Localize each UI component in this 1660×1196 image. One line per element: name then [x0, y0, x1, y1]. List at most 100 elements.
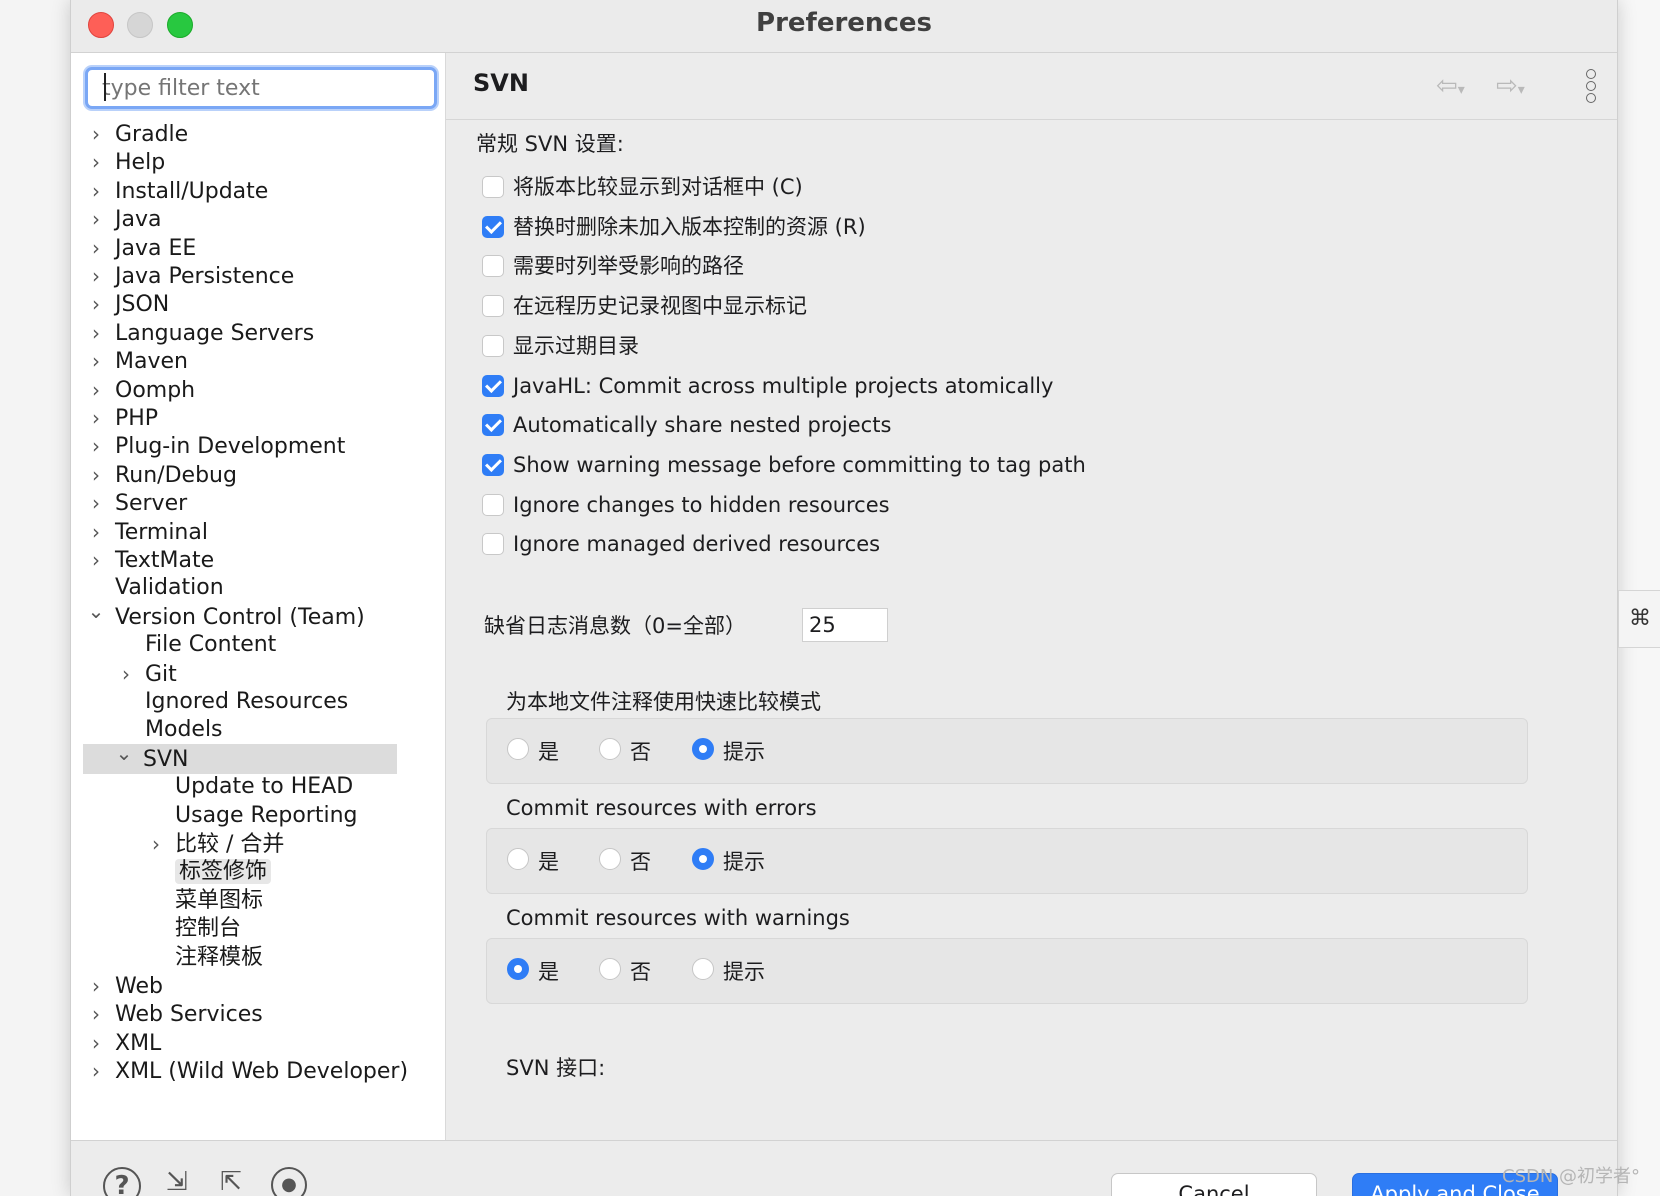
chevron-right-icon[interactable]: › — [85, 971, 107, 1001]
chevron-right-icon[interactable]: › — [85, 289, 107, 319]
tree-item[interactable]: › 比较 / 合并 — [145, 829, 284, 859]
chevron-right-icon[interactable]: › — [85, 176, 107, 206]
tree-item[interactable]: 注释模板 — [145, 943, 263, 973]
chevron-right-icon[interactable]: › — [85, 488, 107, 518]
tree-item[interactable]: › Oomph — [85, 375, 195, 405]
radio-label: 否 — [630, 740, 651, 764]
chevron-right-icon[interactable]: › — [85, 375, 107, 405]
tree-item[interactable]: › Java — [85, 204, 161, 234]
tree-item[interactable]: › XML (Wild Web Developer) — [85, 1056, 408, 1086]
tree-item[interactable]: Update to HEAD — [145, 772, 353, 802]
tree-item[interactable]: › Java Persistence — [85, 261, 294, 291]
help-icon[interactable]: ? — [103, 1167, 141, 1196]
tree-item-label: 注释模板 — [175, 944, 264, 970]
tree-item-label: Gradle — [115, 122, 189, 147]
filter-input[interactable] — [85, 67, 437, 109]
tree-item[interactable]: › Web — [85, 971, 163, 1001]
tree-item[interactable]: › XML — [85, 1028, 161, 1058]
radio-selected[interactable] — [692, 848, 714, 870]
chevron-right-icon[interactable]: › — [85, 1056, 107, 1086]
tree-item[interactable]: › Maven — [85, 346, 188, 376]
chevron-right-icon[interactable]: › — [85, 119, 107, 149]
back-arrow-icon[interactable]: ⇦▾ — [1436, 71, 1465, 101]
tree-item-label: Usage Reporting — [175, 802, 358, 828]
chevron-right-icon[interactable]: › — [85, 999, 107, 1029]
tree-item-selected[interactable]: ⌄ SVN — [83, 741, 397, 774]
radio-unselected[interactable] — [599, 738, 621, 760]
cancel-button[interactable]: Cancel — [1111, 1173, 1317, 1196]
export-icon[interactable]: ⇱ — [213, 1167, 249, 1196]
chevron-right-icon[interactable]: › — [85, 431, 107, 461]
chevron-right-icon[interactable]: › — [85, 346, 107, 376]
forward-arrow-icon[interactable]: ⇨▾ — [1496, 71, 1525, 101]
tree-item[interactable]: › Web Services — [85, 999, 263, 1029]
tree-item-label: 控制台 — [175, 916, 242, 942]
chevron-down-icon[interactable]: ⌄ — [85, 596, 107, 626]
preferences-window: Preferences ›Gradle›Help›Install/Update›… — [70, 0, 1618, 1196]
tree-item[interactable]: › PHP — [85, 403, 158, 433]
tree-item[interactable]: › Terminal — [85, 517, 208, 547]
more-options-icon[interactable] — [1586, 69, 1596, 105]
chevron-right-icon[interactable]: › — [85, 261, 107, 291]
chevron-right-icon[interactable]: › — [85, 460, 107, 490]
tree-item[interactable]: 标签修饰 — [145, 857, 272, 887]
svn-interface-label: SVN 接口: — [506, 1056, 606, 1080]
radio-unselected[interactable] — [599, 848, 621, 870]
tree-item[interactable]: › Plug-in Development — [85, 431, 345, 461]
checkbox-checked[interactable] — [482, 453, 504, 476]
tree-item[interactable]: Ignored Resources — [115, 687, 348, 717]
tree-item[interactable]: › Language Servers — [85, 318, 314, 348]
chevron-right-icon[interactable]: › — [85, 233, 107, 263]
radio-group-title: Commit resources with errors — [506, 796, 817, 820]
tree-item-label: Plug-in Development — [115, 434, 346, 460]
checkbox-checked[interactable] — [482, 215, 504, 238]
radio-unselected[interactable] — [599, 958, 621, 980]
radio-label: 提示 — [723, 740, 765, 764]
tree-item-label: Models — [145, 717, 223, 743]
checkbox-checked[interactable] — [482, 414, 504, 437]
import-icon[interactable]: ⇲ — [159, 1167, 195, 1196]
restore-view-icon[interactable]: ⌘ — [1618, 590, 1660, 648]
tree-item[interactable]: › Help — [85, 147, 165, 177]
tree-item[interactable]: › Git — [115, 659, 177, 689]
chevron-right-icon[interactable]: › — [145, 829, 167, 859]
tree-item[interactable]: › Install/Update — [85, 176, 268, 206]
tree-item[interactable]: Usage Reporting — [145, 801, 358, 831]
radio-selected[interactable] — [692, 738, 714, 760]
tree-item-label: Git — [145, 661, 177, 687]
radio-label: 是 — [538, 850, 559, 874]
chevron-right-icon[interactable]: › — [85, 147, 107, 177]
chevron-right-icon[interactable]: › — [85, 403, 107, 433]
tree-item[interactable]: › Server — [85, 488, 187, 518]
checkbox-unchecked[interactable] — [482, 255, 504, 278]
checkbox-checked[interactable] — [482, 374, 504, 397]
chevron-right-icon[interactable]: › — [85, 204, 107, 234]
tree-item[interactable]: › Java EE — [85, 233, 196, 263]
tree-item[interactable]: File Content — [115, 630, 276, 660]
radio-selected[interactable] — [507, 958, 529, 980]
checkbox-label: 显示过期目录 — [513, 333, 639, 358]
checkbox-unchecked[interactable] — [482, 533, 504, 556]
chevron-down-icon[interactable]: ⌄ — [113, 738, 135, 768]
chevron-right-icon[interactable]: › — [85, 318, 107, 348]
radio-unselected[interactable] — [692, 958, 714, 980]
tree-item[interactable]: ⌄ Version Control (Team) — [85, 599, 365, 632]
radio-unselected[interactable] — [507, 738, 529, 760]
chevron-right-icon[interactable]: › — [85, 517, 107, 547]
tree-item[interactable]: › Run/Debug — [85, 460, 237, 490]
tree-item[interactable]: 菜单图标 — [145, 886, 263, 916]
tree-item[interactable]: › Gradle — [85, 119, 188, 149]
checkbox-unchecked[interactable] — [482, 334, 504, 357]
radio-unselected[interactable] — [507, 848, 529, 870]
oomph-icon[interactable]: ● — [271, 1167, 307, 1196]
checkbox-unchecked[interactable] — [482, 176, 504, 198]
chevron-right-icon[interactable]: › — [85, 1028, 107, 1058]
log-count-input[interactable]: 25 — [802, 608, 888, 642]
chevron-right-icon[interactable]: › — [115, 659, 137, 689]
chevron-right-icon[interactable]: › — [85, 545, 107, 575]
tree-item[interactable]: 控制台 — [145, 914, 241, 944]
tree-item[interactable]: › TextMate — [85, 545, 214, 575]
checkbox-unchecked[interactable] — [482, 295, 504, 318]
checkbox-unchecked[interactable] — [482, 493, 504, 516]
tree-item[interactable]: › JSON — [85, 289, 169, 319]
